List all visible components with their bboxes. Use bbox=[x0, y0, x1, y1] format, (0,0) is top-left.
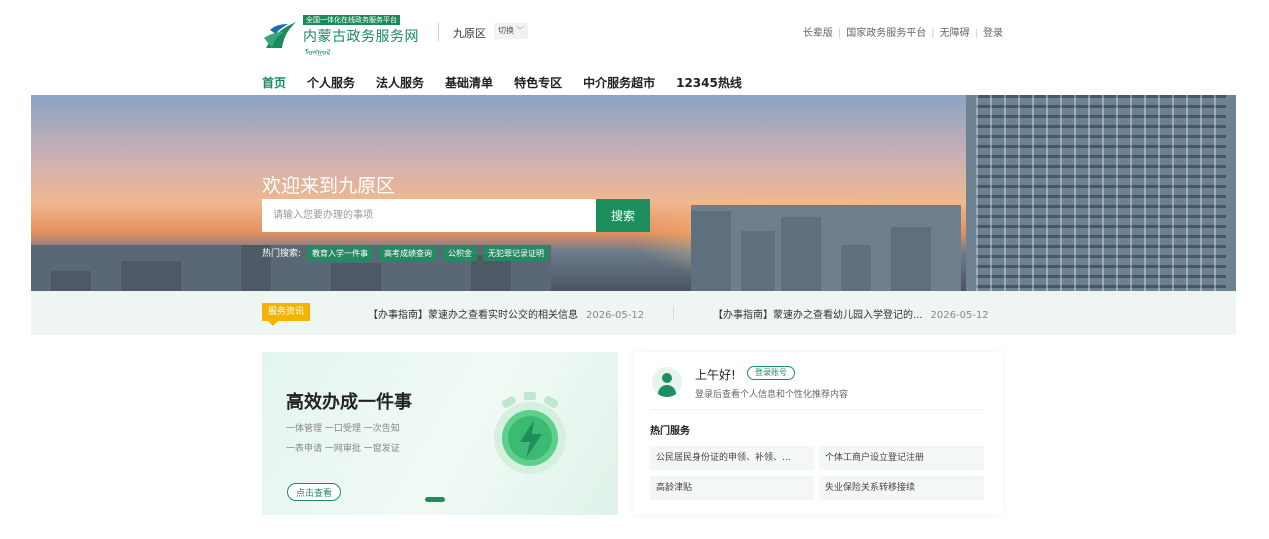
hot-service-item[interactable]: 个体工商户设立登记注册 bbox=[819, 446, 984, 470]
hot-search-tag[interactable]: 高考成绩查询 bbox=[379, 246, 438, 261]
promo-slogan-line: 一表申请 一网审批 一窗发证 bbox=[286, 444, 400, 454]
hot-service-item[interactable]: 失业保险关系转移接续 bbox=[819, 476, 984, 500]
top-links: 长辈版 | 国家政务服务平台 | 无障碍 | 登录 bbox=[803, 24, 1003, 39]
nav-12345-hotline[interactable]: 12345热线 bbox=[676, 74, 742, 96]
hot-search-label: 热门搜索: bbox=[262, 249, 302, 259]
site-header: 全国一体化在线政务服务平台 内蒙古政务服务网 ᠮᠣᠩᠭᠣᠯ 九原区 切换 ﹀ 长辈… bbox=[262, 10, 1003, 60]
news-item[interactable]: 【办事指南】蒙速办之查看幼儿园入学登记的... 2026-05-12 bbox=[713, 306, 989, 321]
nav-corporate-services[interactable]: 法人服务 bbox=[376, 74, 424, 96]
main-nav: 首页 个人服务 法人服务 基础清单 特色专区 中介服务超市 12345热线 bbox=[262, 72, 763, 98]
news-ticker: 服务资讯 【办事指南】蒙速办之查看实时公交的相关信息 2026-05-12 【办事… bbox=[31, 291, 1236, 335]
banner-title: 欢迎来到九原区 bbox=[262, 175, 396, 197]
region-switch-button[interactable]: 切换 ﹀ bbox=[494, 23, 528, 39]
page: 全国一体化在线政务服务平台 内蒙古政务服务网 ᠮᠣᠩᠭᠣᠯ 九原区 切换 ﹀ 长辈… bbox=[0, 0, 1269, 539]
avatar bbox=[652, 367, 682, 397]
logo-mongolian-script: ᠮᠣᠩᠭᠣᠯ bbox=[305, 48, 331, 57]
stopwatch-lightning-icon bbox=[494, 392, 566, 474]
divider bbox=[650, 409, 984, 410]
logo-tagline: 全国一体化在线政务服务平台 bbox=[303, 15, 400, 25]
carousel-indicator[interactable] bbox=[425, 497, 445, 502]
search-input[interactable] bbox=[262, 199, 596, 232]
site-logo[interactable]: 全国一体化在线政务服务平台 内蒙古政务服务网 ᠮᠣᠩᠭᠣᠯ bbox=[262, 12, 432, 58]
nav-personal-services[interactable]: 个人服务 bbox=[307, 74, 355, 96]
hot-services-title: 热门服务 bbox=[650, 426, 690, 437]
news-date: 2026-05-12 bbox=[586, 310, 645, 321]
nav-basic-lists[interactable]: 基础清单 bbox=[445, 74, 493, 96]
logo-icon bbox=[264, 22, 296, 48]
nav-home[interactable]: 首页 bbox=[262, 74, 287, 98]
hot-search-tag[interactable]: 公积金 bbox=[443, 246, 478, 261]
hot-service-item[interactable]: 高龄津贴 bbox=[650, 476, 814, 500]
one-thing-promo-card[interactable]: 高效办成一件事 一体管理 一口受理 一次告知 一表申请 一网审批 一窗发证 点击… bbox=[262, 352, 618, 515]
city-skyline-middle bbox=[691, 205, 961, 291]
search-button[interactable]: 搜索 bbox=[596, 199, 650, 232]
login-account-button[interactable]: 登录账号 bbox=[747, 366, 795, 380]
user-card: 上午好! 登录账号 登录后查看个人信息和个性化推荐内容 热门服务 公民居民身份证… bbox=[633, 352, 1003, 515]
city-towers-right bbox=[966, 95, 1236, 291]
link-separator: | bbox=[837, 28, 842, 39]
user-icon bbox=[662, 373, 672, 383]
nav-featured-zone[interactable]: 特色专区 bbox=[514, 74, 562, 96]
news-title: 【办事指南】蒙速办之查看实时公交的相关信息 bbox=[368, 310, 578, 321]
link-separator: | bbox=[931, 28, 935, 39]
elder-mode-link[interactable]: 长辈版 bbox=[803, 28, 833, 39]
news-badge: 服务资讯 bbox=[262, 303, 310, 326]
hot-service-item[interactable]: 公民居民身份证的申领、补领、... bbox=[650, 446, 814, 470]
news-title: 【办事指南】蒙速办之查看幼儿园入学登记的... bbox=[713, 310, 923, 321]
search-box: 搜索 bbox=[262, 199, 650, 232]
national-platform-link[interactable]: 国家政务服务平台 bbox=[846, 28, 926, 39]
chevron-down-icon: ﹀ bbox=[516, 26, 524, 35]
hero-banner: 欢迎来到九原区 搜索 热门搜索: 教育入学一件事高考成绩查询公积金无犯罪记录证明 bbox=[31, 95, 1236, 291]
header-divider bbox=[438, 23, 439, 41]
login-link[interactable]: 登录 bbox=[983, 28, 1003, 39]
news-date: 2026-05-12 bbox=[930, 310, 989, 321]
nav-intermediary-market[interactable]: 中介服务超市 bbox=[583, 74, 655, 96]
hot-search-tag[interactable]: 教育入学一件事 bbox=[307, 246, 374, 261]
news-item[interactable]: 【办事指南】蒙速办之查看实时公交的相关信息 2026-05-12 bbox=[368, 306, 644, 321]
hot-search: 热门搜索: 教育入学一件事 高考成绩查询 公积金 无犯罪记录证明 bbox=[262, 246, 555, 261]
link-separator: | bbox=[974, 28, 978, 39]
promo-slogan-line: 一体管理 一口受理 一次告知 bbox=[286, 424, 400, 434]
region-name: 九原区 bbox=[453, 27, 486, 40]
login-hint: 登录后查看个人信息和个性化推荐内容 bbox=[695, 390, 849, 400]
greeting-text: 上午好! bbox=[695, 368, 736, 382]
accessibility-link[interactable]: 无障碍 bbox=[940, 28, 970, 39]
region-switch-label: 切换 bbox=[498, 26, 514, 35]
hot-search-tag[interactable]: 无犯罪记录证明 bbox=[483, 246, 550, 261]
view-details-button[interactable]: 点击查看 bbox=[287, 483, 341, 501]
promo-title: 高效办成一件事 bbox=[286, 392, 412, 413]
logo-name: 内蒙古政务服务网 bbox=[303, 29, 419, 45]
news-divider bbox=[673, 306, 674, 320]
